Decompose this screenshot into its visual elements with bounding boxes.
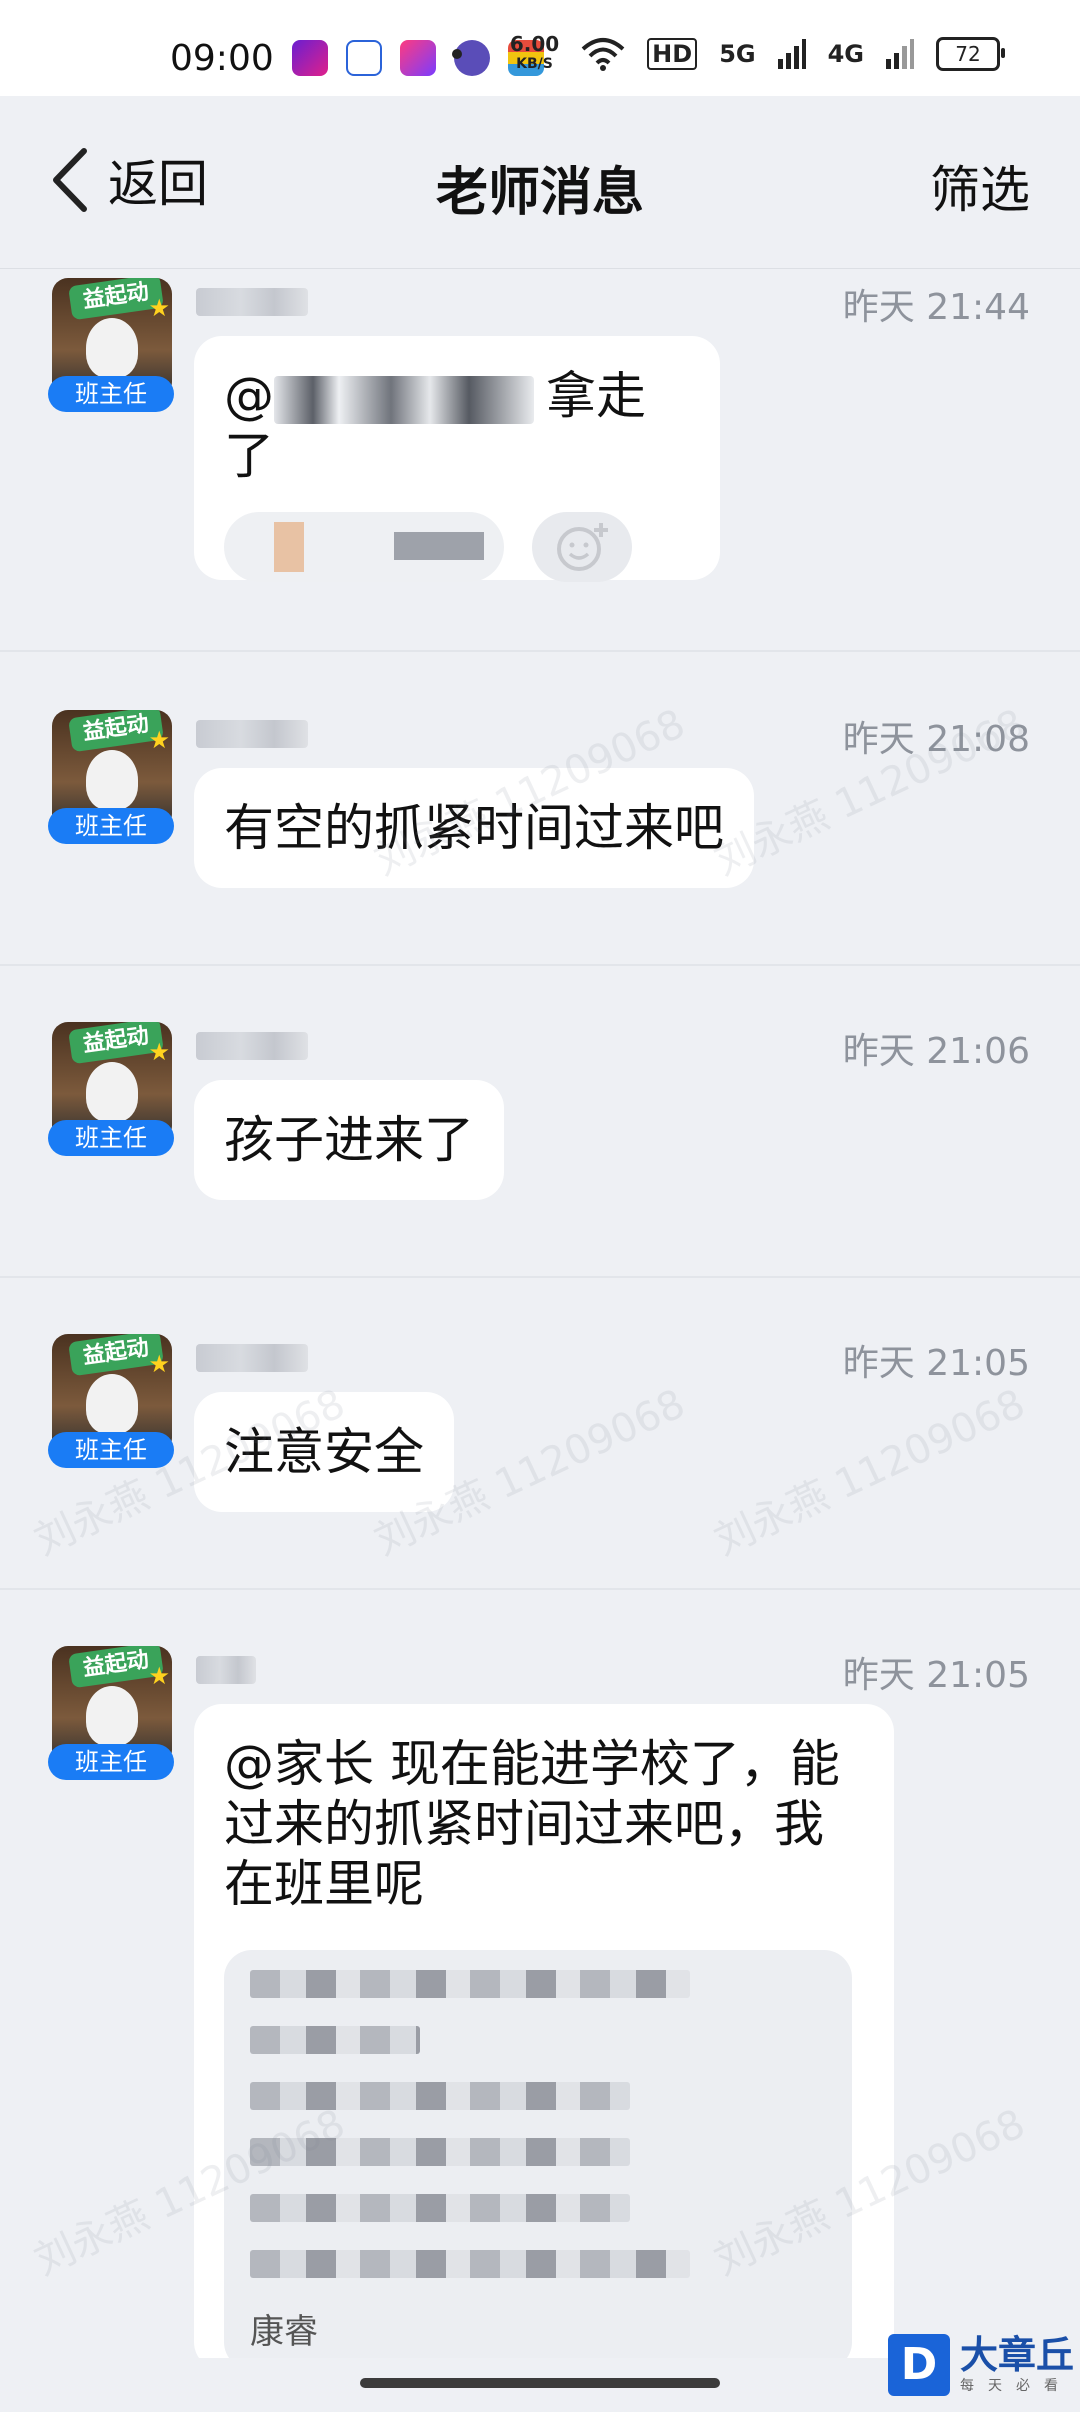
battery-level: 72 (955, 42, 981, 66)
star-icon: ★ (148, 1662, 170, 1690)
emoji-add-icon (557, 523, 608, 571)
nav-header: 返回 老师消息 筛选 (0, 96, 1080, 269)
add-reaction-button[interactable] (532, 512, 632, 582)
baidu-app-icon (346, 40, 382, 76)
status-time: 09:00 (170, 38, 274, 79)
message-time: 昨天 21:05 (842, 1655, 1030, 1696)
home-indicator[interactable] (360, 2378, 720, 2388)
role-badge: 班主任 (48, 376, 174, 412)
quote-tail-text: 康睿 (250, 2312, 318, 2352)
hd-icon: HD (647, 38, 698, 70)
message-time: 昨天 21:06 (842, 1031, 1030, 1072)
message-bubble[interactable]: 孩子进来了 (194, 1080, 504, 1200)
message-bubble[interactable]: @家长 现在能进学校了，能 过来的抓紧时间过来吧，我 在班里呢 康睿 (194, 1704, 894, 2358)
status-indicators: 6.00 KB/S HD 5G 4G 72 (451, 32, 1005, 74)
avatar-snowman (86, 750, 138, 810)
signal-icon-2 (886, 39, 914, 69)
sender-name-blurred (196, 288, 308, 316)
star-icon: ★ (148, 1350, 170, 1378)
net-speed: 6.00 KB/S (509, 32, 560, 72)
star-icon: ★ (148, 726, 170, 754)
star-icon: ★ (148, 294, 170, 322)
battery-icon: 72 (936, 37, 1005, 71)
brand-sub: 每天必看 (959, 2378, 1072, 2394)
kids-app-icon (400, 40, 436, 76)
page-title: 老师消息 (435, 163, 644, 223)
message-bubble[interactable]: 注意安全 (194, 1392, 454, 1512)
role-badge: 班主任 (48, 808, 174, 844)
mention-blurred (274, 375, 534, 424)
filter-button[interactable]: 筛选 (930, 150, 1030, 222)
role-badge: 班主任 (48, 1120, 174, 1156)
message-time: 昨天 21:08 (842, 719, 1030, 760)
brand-name: 大章丘 (959, 2333, 1074, 2377)
sender-name-blurred (196, 1032, 308, 1060)
signal-icon (777, 39, 806, 69)
divider (0, 964, 1080, 966)
brand-mark: D (887, 2334, 950, 2396)
star-icon: ★ (148, 1038, 170, 1066)
video-app-icon (292, 40, 328, 76)
reaction-pill[interactable] (224, 512, 504, 582)
divider (0, 1276, 1080, 1278)
divider (0, 1588, 1080, 1590)
status-bar: 09:00 6.00 KB/S HD 5G 4G 72 (0, 0, 1080, 96)
role-badge: 班主任 (48, 1432, 174, 1468)
dot-icon (451, 49, 462, 59)
avatar-snowman (86, 1062, 138, 1122)
avatar-snowman (86, 1686, 138, 1746)
sender-name-blurred (196, 1656, 256, 1684)
signal-5g-label: 5G (719, 40, 756, 68)
divider (0, 650, 1080, 652)
avatar-snowman (86, 1374, 138, 1434)
message-bubble[interactable]: 有空的抓紧时间过来吧 (194, 768, 754, 888)
sender-name-blurred (196, 720, 308, 748)
message-time: 昨天 21:44 (842, 287, 1030, 328)
quoted-content-blurred[interactable]: 康睿 (224, 1950, 852, 2358)
reaction-row (224, 512, 690, 582)
message-time: 昨天 21:05 (842, 1343, 1030, 1384)
wifi-icon (581, 38, 625, 71)
message-bubble[interactable]: @ 拿走了 (194, 336, 720, 582)
sender-name-blurred (196, 1344, 308, 1372)
message-feed[interactable]: 益起动 ★ 班主任 昨天 21:44 @ 拿走了 益起动 ★ 班主任 昨天 21… (0, 268, 1080, 2358)
role-badge: 班主任 (48, 1744, 174, 1780)
avatar-snowman (86, 318, 138, 378)
brand-logo: D 大章丘 每天必看 (887, 2333, 1074, 2396)
signal-4g-label: 4G (827, 40, 864, 68)
